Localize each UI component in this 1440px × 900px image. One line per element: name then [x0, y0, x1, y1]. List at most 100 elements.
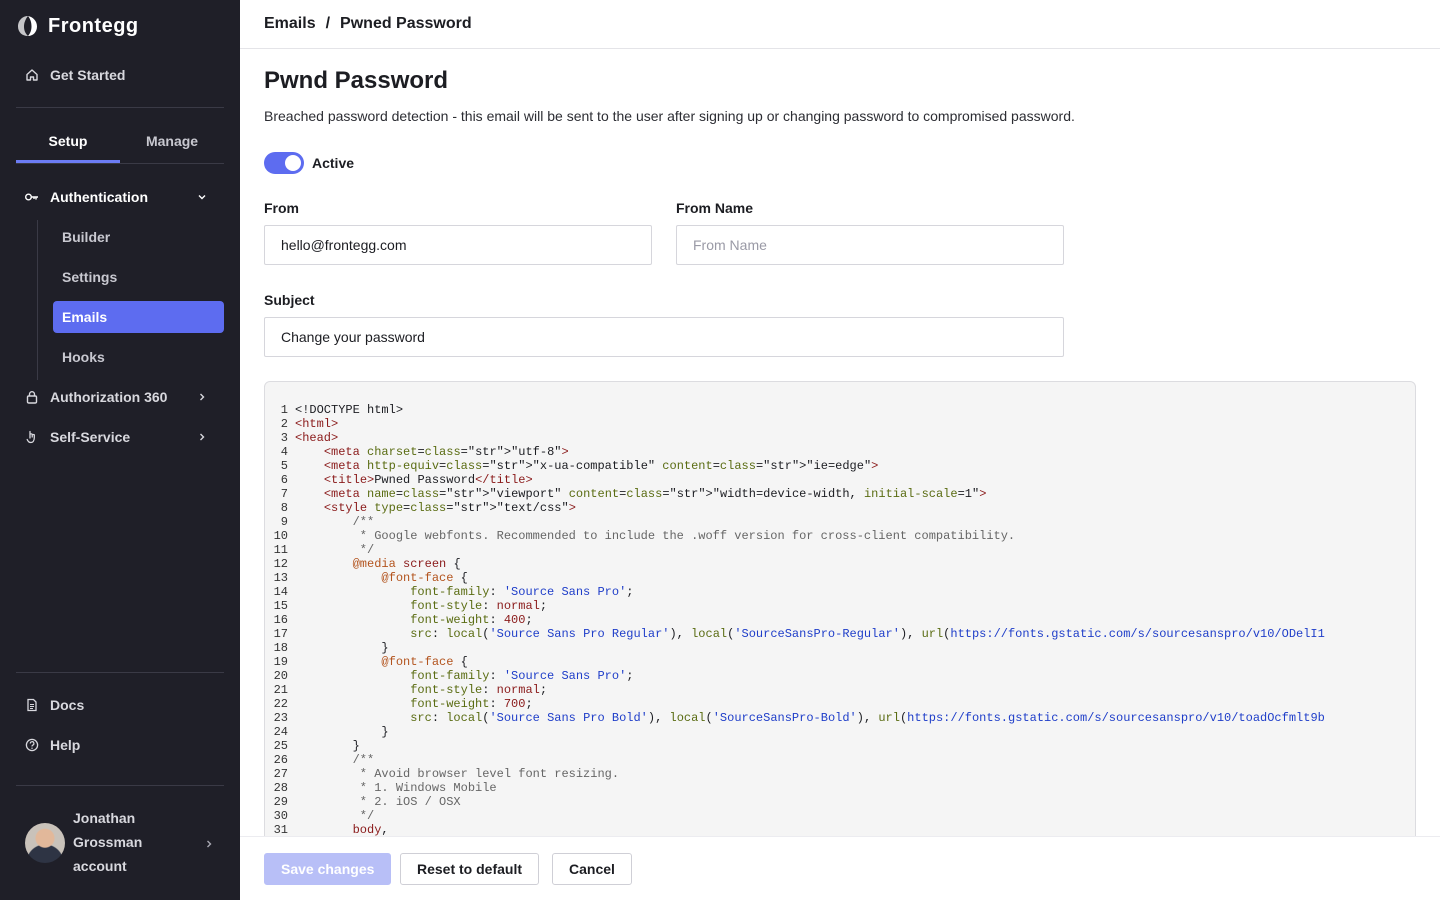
subject-label: Subject	[264, 292, 315, 308]
line-text: <title>Pwned Password</title>	[323, 473, 533, 487]
breadcrumb-separator: /	[325, 15, 331, 32]
code-line: 14 font-family: 'Source Sans Pro';	[265, 585, 1415, 599]
line-text: @font-face {	[381, 571, 468, 585]
line-number: 7	[280, 487, 288, 501]
html-code-editor[interactable]: 1 <!DOCTYPE html> 2 <html> 3 <head> 4 <meta ch…	[264, 381, 1416, 851]
breadcrumb: Emails / Pwned Password	[240, 0, 1440, 49]
sidebar-item-builder[interactable]: Builder	[53, 221, 224, 253]
sidebar-divider	[16, 672, 224, 673]
line-number: 8	[280, 501, 288, 515]
line-number: 29	[273, 795, 288, 809]
sidebar-item-settings[interactable]: Settings	[53, 261, 224, 293]
code-line: 12 @media screen {	[265, 557, 1415, 571]
line-number: 2	[280, 417, 288, 431]
tab-setup[interactable]: Setup	[16, 120, 120, 163]
logo[interactable]: Frontegg	[16, 14, 139, 38]
code-line: 13 @font-face {	[265, 571, 1415, 585]
line-text: */	[295, 543, 375, 557]
line-number: 4	[280, 445, 288, 459]
line-number: 6	[280, 473, 288, 487]
user-name: Jonathan Grossman account	[73, 806, 193, 878]
line-number: 1	[280, 403, 288, 417]
submenu-guide-line	[37, 220, 38, 380]
line-number: 10	[273, 529, 288, 543]
hand-pointer-icon	[24, 429, 40, 445]
code-line: 19 @font-face {	[265, 655, 1415, 669]
from-name-label: From Name	[676, 200, 754, 216]
line-text: <meta http-equiv=class="str">"x-ua-compa…	[323, 459, 879, 473]
user-account-label: account	[73, 858, 127, 874]
sidebar-item-self-service[interactable]: Self-Service	[16, 421, 224, 453]
sidebar-item-emails[interactable]: Emails	[53, 301, 224, 333]
sidebar-item-hooks[interactable]: Hooks	[53, 341, 224, 373]
line-text: * Avoid browser level font resizing.	[295, 767, 620, 781]
code-line: 20 font-family: 'Source Sans Pro';	[265, 669, 1415, 683]
line-text: font-family: 'Source Sans Pro';	[410, 669, 634, 683]
code-line: 15 font-style: normal;	[265, 599, 1415, 613]
code-line: 29 * 2. iOS / OSX	[265, 795, 1415, 809]
line-number: 22	[273, 697, 288, 711]
code-line: 3 <head>	[265, 431, 1415, 445]
cancel-button[interactable]: Cancel	[552, 853, 632, 885]
line-number: 15	[273, 599, 288, 613]
sidebar-item-docs[interactable]: Docs	[16, 689, 224, 721]
subject-field[interactable]	[264, 317, 1064, 357]
code-line: 9 /**	[265, 515, 1415, 529]
avatar	[25, 823, 65, 863]
code-line: 17 src: local('Source Sans Pro Regular')…	[265, 627, 1415, 641]
line-text: font-weight: 700;	[410, 697, 533, 711]
code-line: 11 */	[265, 543, 1415, 557]
line-text: src: local('Source Sans Pro Regular'), l…	[410, 627, 1325, 641]
sidebar-item-help[interactable]: Help	[16, 729, 224, 761]
code-line: 25 }	[265, 739, 1415, 753]
code-line: 21 font-style: normal;	[265, 683, 1415, 697]
code-line: 6 <title>Pwned Password</title>	[265, 473, 1415, 487]
line-number: 27	[273, 767, 288, 781]
sidebar-item-label: Authentication	[50, 189, 148, 205]
chevron-right-icon	[204, 836, 214, 854]
line-text: * 2. iOS / OSX	[295, 795, 461, 809]
reset-to-default-button[interactable]: Reset to default	[400, 853, 540, 885]
line-text: <!DOCTYPE html>	[295, 403, 404, 417]
sidebar-item-authentication[interactable]: Authentication	[16, 181, 224, 213]
active-toggle[interactable]	[264, 152, 304, 174]
chevron-right-icon	[194, 429, 210, 445]
code-line: 16 font-weight: 400;	[265, 613, 1415, 627]
line-text: <meta charset=class="str">"utf-8">	[323, 445, 569, 459]
code-line: 26 /**	[265, 753, 1415, 767]
sidebar: Frontegg Get Started Setup Manage Authen…	[0, 0, 240, 900]
line-text: <meta name=class="str">"viewport" conten…	[323, 487, 987, 501]
save-changes-button[interactable]: Save changes	[264, 853, 392, 885]
line-text: }	[295, 641, 389, 655]
sidebar-item-get-started[interactable]: Get Started	[16, 59, 224, 91]
line-number: 24	[273, 725, 288, 739]
line-number: 9	[280, 515, 288, 529]
line-number: 23	[273, 711, 288, 725]
line-number: 11	[273, 543, 288, 557]
breadcrumb-parent[interactable]: Emails	[264, 15, 316, 33]
user-account[interactable]: Jonathan Grossman account	[16, 800, 224, 890]
sidebar-divider	[16, 785, 224, 786]
sidebar-item-authorization[interactable]: Authorization 360	[16, 381, 224, 413]
line-text: font-style: normal;	[410, 683, 548, 697]
line-text: body,	[352, 823, 389, 837]
line-text: <html>	[295, 417, 339, 431]
line-text: <head>	[295, 431, 339, 445]
sidebar-item-label: Help	[50, 737, 81, 753]
logo-text: Frontegg	[48, 14, 139, 37]
from-email-field[interactable]	[264, 225, 652, 265]
sidebar-tabs: Setup Manage	[16, 120, 224, 164]
from-name-field[interactable]	[676, 225, 1064, 265]
line-number: 12	[273, 557, 288, 571]
active-toggle-label: Active	[312, 155, 355, 171]
page-title: Pwnd Password	[264, 67, 449, 94]
from-label: From	[264, 200, 299, 216]
code-line: 31 body,	[265, 823, 1415, 837]
tab-manage[interactable]: Manage	[120, 120, 224, 163]
sidebar-item-label: Self-Service	[50, 429, 131, 445]
line-number: 3	[280, 431, 288, 445]
line-number: 5	[280, 459, 288, 473]
footer-actions: Save changes Reset to default Cancel	[240, 836, 1440, 900]
line-text: */	[295, 809, 375, 823]
document-icon	[24, 697, 40, 713]
